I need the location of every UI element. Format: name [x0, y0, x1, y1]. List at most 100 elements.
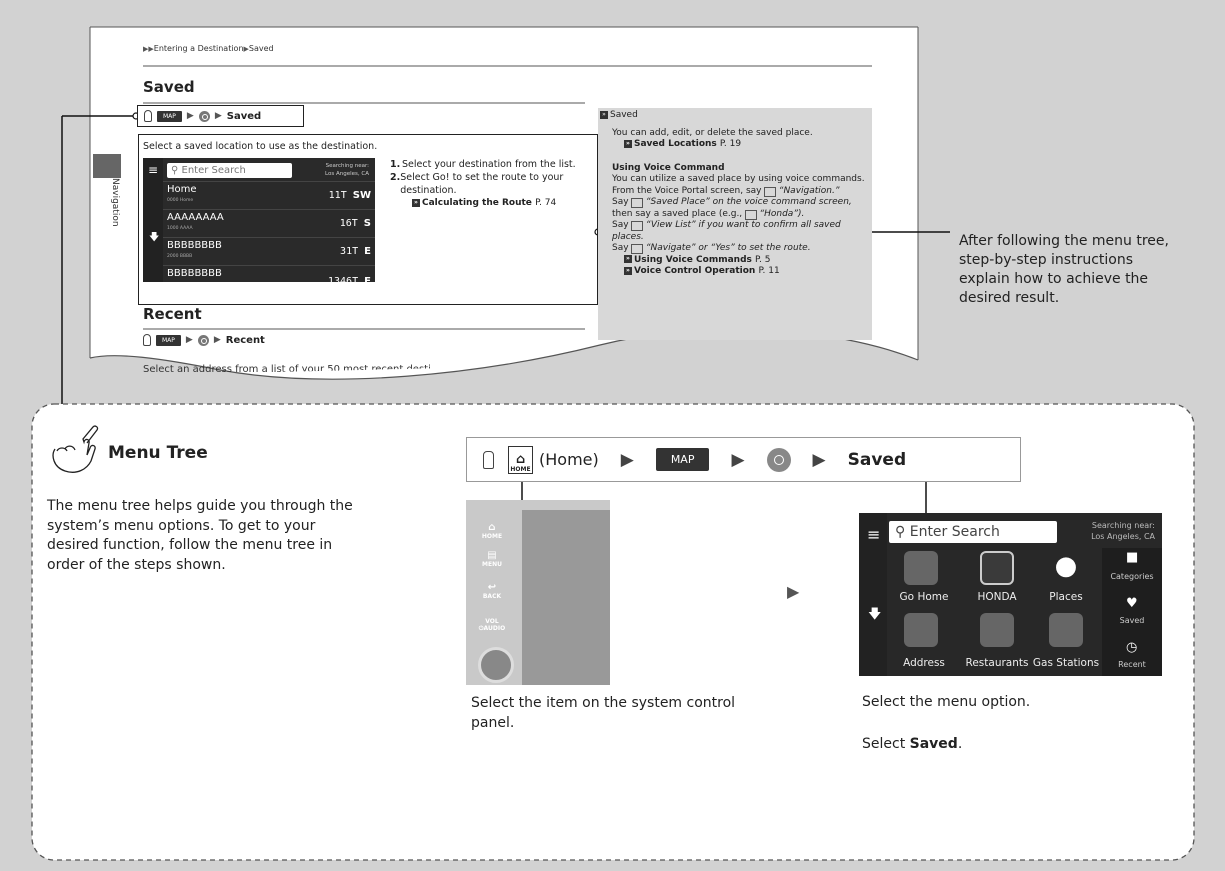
- back-panel-button: ↩ BACK: [482, 582, 502, 600]
- voice-cmd: “View List” if you want to confirm all s…: [612, 220, 841, 242]
- breadcrumb: ▶▶Entering a Destination▶Saved: [143, 44, 274, 53]
- menu-tree-bar: ⌂ HOME (Home) ▶ MAP ▶ ▶ Saved: [466, 437, 1021, 482]
- hand-icon: [143, 334, 151, 346]
- arrow-icon: ▶: [812, 449, 826, 470]
- item-name: AAAAAAAA: [167, 212, 224, 223]
- xref-page: P. 5: [755, 254, 771, 265]
- cross-reference[interactable]: » Saved Locations P. 19: [598, 139, 872, 151]
- right-item-label: Recent: [1118, 660, 1146, 669]
- menu-tree-title: Menu Tree: [108, 443, 208, 463]
- item-sub: 2000 BBBB: [167, 254, 193, 259]
- saved-heart-icon: ♥: [1126, 596, 1138, 611]
- hand-pointer-icon: [52, 425, 99, 473]
- breadcrumb-item: Entering a Destination: [153, 44, 244, 53]
- search-circle-icon: [766, 447, 791, 472]
- menu-item-label: Places: [1049, 591, 1083, 603]
- menu-path: MAP ▶ ▶ Saved: [137, 105, 304, 127]
- list-item: Home 0000 Home 11T SW: [163, 181, 375, 209]
- intro-text: Select a saved location to use as the de…: [143, 141, 378, 152]
- list-item: AAAAAAAA 1000 AAAA 16T S: [163, 209, 375, 237]
- text: Say: [612, 197, 629, 207]
- item-name: BBBBBBBB: [167, 240, 222, 251]
- right-item-label: Saved: [1119, 616, 1145, 625]
- item-sub: 0000 Home: [167, 198, 194, 203]
- side-note-text: From the Voice Portal screen, say ﾠ “Nav…: [598, 186, 872, 198]
- text: Say: [612, 243, 629, 253]
- menu-icon: ≡: [148, 163, 159, 177]
- near-value: Los Angeles, CA: [325, 171, 369, 177]
- home-label: (Home): [539, 450, 599, 469]
- xref-title: Saved Locations: [634, 139, 717, 149]
- side-note-text: You can add, edit, or delete the saved p…: [612, 127, 813, 138]
- step-text: Select Go! to set the route to your dest…: [400, 172, 564, 196]
- cross-reference[interactable]: » Using Voice Commands P. 5: [598, 255, 872, 267]
- side-note-head: » Saved: [598, 110, 872, 122]
- dist-unit: T: [352, 246, 359, 257]
- search-input: ⚲ Enter Search: [889, 521, 1057, 543]
- side-note-text: Say ﾠ “Navigate” or “Yes” to set the rou…: [598, 243, 872, 255]
- voice-icon: ﾠ: [745, 209, 757, 220]
- panel-label: MENU: [482, 561, 502, 568]
- voice-cmd: “Honda”).: [759, 208, 805, 219]
- cross-reference[interactable]: » Calculating the Route P. 74: [390, 197, 590, 210]
- home-panel-button: ⌂ HOME: [481, 522, 503, 540]
- destination-menu-screen: ≡ 🡇 ⚲ Enter Search Searching near: Los An…: [859, 513, 1162, 676]
- gas-stations-icon: [1049, 613, 1083, 647]
- dist-value: 16: [339, 218, 352, 229]
- hand-icon: [483, 450, 494, 469]
- menu-item-label: Gas Stations: [1032, 657, 1100, 669]
- menu-item-label: Restaurants: [965, 657, 1029, 669]
- home-icon-text: HOME: [510, 465, 531, 473]
- address-icon: [904, 613, 938, 647]
- breadcrumb-item: Saved: [248, 44, 274, 53]
- voice-cmd: “Navigate” or “Yes” to set the route.: [645, 243, 811, 253]
- dist-dir: E: [364, 276, 371, 282]
- item-sub: 1000 AAAA: [167, 226, 193, 231]
- down-arrow-icon: 🡇: [868, 607, 882, 622]
- xref-page: P. 74: [535, 198, 557, 208]
- search-circle-icon: [197, 334, 209, 346]
- recent-title: Recent: [143, 305, 202, 323]
- caption-text: Select: [862, 736, 910, 752]
- item-distance: 11T SW: [329, 190, 371, 201]
- voice-icon: ﾠ: [631, 221, 643, 231]
- dist-value: 1346: [328, 276, 353, 282]
- voice-icon: ﾠ: [764, 186, 776, 197]
- vol-panel-button: VOL ⏻AUDIO: [478, 618, 506, 632]
- search-placeholder: Enter Search: [181, 165, 246, 176]
- menu-path-final: Saved: [226, 110, 262, 122]
- step-text: Select your destination from the list.: [402, 159, 576, 170]
- searching-near: Searching near: Los Angeles, CA: [295, 162, 373, 179]
- dist-dir: E: [364, 246, 371, 257]
- control-panel-image: ⌂ HOME ▤ MENU ↩ BACK VOL ⏻AUDIO: [466, 500, 610, 685]
- panel-screen: [522, 510, 610, 685]
- cross-reference[interactable]: » Voice Control Operation P. 11: [598, 266, 872, 278]
- side-tab-label: Navigation: [110, 178, 120, 227]
- saved-list-screen: ≡ 🡇 ⚲ Enter Search Searching near: Los An…: [143, 158, 375, 282]
- step-item: 2. Select Go! to set the route to your d…: [390, 171, 590, 197]
- item-distance: 1346T E: [328, 276, 371, 282]
- item-name: Home: [167, 184, 197, 195]
- xref-title: Calculating the Route: [422, 198, 532, 208]
- menu-item-label: HONDA: [977, 591, 1017, 603]
- item-distance: 16T S: [340, 218, 371, 229]
- arrow-icon: ▶: [213, 335, 221, 345]
- dist-unit: T: [340, 190, 347, 201]
- house-glyph: ⌂: [515, 451, 526, 467]
- dist-dir: S: [363, 218, 371, 229]
- item-distance: 31T E: [340, 246, 371, 257]
- map-button-icon: MAP: [655, 448, 710, 471]
- map-button-icon: MAP: [157, 110, 182, 122]
- menu-item-label: Address: [903, 657, 945, 669]
- right-menu: ■ Categories ♥ Saved ◷ Recent: [1102, 548, 1162, 676]
- recent-clock-icon: ◷: [1126, 640, 1138, 655]
- note-icon: »: [600, 110, 608, 119]
- menu-icon: ≡: [867, 525, 881, 544]
- item-name: BBBBBBBB: [167, 268, 222, 279]
- menu-item-label: Go Home: [899, 591, 949, 603]
- section-title: Saved: [143, 78, 195, 96]
- screen-sidebar: ≡ 🡇: [143, 158, 163, 282]
- caption-select-saved: Select Saved.: [862, 736, 962, 752]
- go-home-icon: [904, 551, 938, 585]
- searching-near: Searching near: Los Angeles, CA: [1059, 520, 1159, 542]
